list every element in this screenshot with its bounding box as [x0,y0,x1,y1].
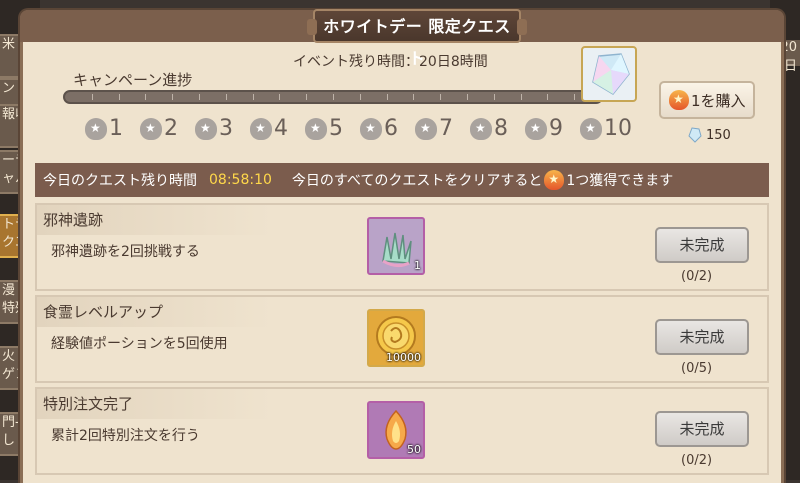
milestone-row: 1 2 3 4 5 6 7 8 9 10 [85,117,635,141]
milestone-number: 4 [274,116,288,141]
quest-item: 食霊レベルアップ 経験値ポーションを5回使用 10000 未完成 (0/5) [35,295,769,383]
milestone-number: 3 [219,116,233,141]
progress-tick [91,94,93,100]
milestone: 9 [525,117,580,141]
flame-star-icon [470,118,492,140]
progress-tick [520,94,522,100]
progress-tick [118,94,120,100]
progress-tick [467,94,468,100]
milestone: 1 [85,117,140,141]
milestone-number: 1 [109,116,123,141]
milestone: 8 [470,117,525,141]
progress-tick [199,94,200,100]
event-quest-dialog: ホワイトデー 限定クエスト イベント残り時間：20日8時間 キャンペーン進捗 1… [20,9,784,483]
scroll-ornament-icon [307,19,317,35]
crystal-icon[interactable] [581,46,637,102]
reward-item[interactable]: 10000 [367,309,425,367]
gem-icon [688,127,702,143]
milestone: 5 [305,117,360,141]
progress-tick [440,94,442,100]
daily-clear-text: 今日のすべてのクエストをクリアすると [291,173,543,189]
reward-quantity: 50 [407,443,421,456]
flame-star-icon [195,118,217,140]
flame-star-icon [250,118,272,140]
buy-button[interactable]: 1を購入 [659,81,755,119]
buy-button-label: 1を購入 [691,91,746,110]
campaign-progress-bar [63,90,603,104]
progress-tick [279,94,281,100]
gem-count: 150 [706,127,731,143]
flame-star-icon [360,118,382,140]
flame-star-icon [140,118,162,140]
quest-status-button[interactable]: 未完成 [655,227,749,263]
progress-tick [225,94,227,100]
milestone: 4 [250,117,305,141]
daily-quest-bar: 今日のクエスト残り時間 08:58:10 今日のすべてのクエストをクリアすると … [35,163,769,197]
flame-star-icon [305,118,327,140]
progress-tick [386,94,388,100]
milestone: 10 [580,117,635,141]
daily-clear-text-end: 1つ獲得できます [566,173,674,189]
quest-description: 経験値ポーションを5回使用 [51,336,228,352]
progress-tick [172,94,174,100]
reward-item[interactable]: 50 [367,401,425,459]
milestone-number: 5 [329,116,343,141]
daily-timer: 08:58:10 [209,172,272,188]
progress-tick [359,94,361,100]
campaign-progress-label: キャンペーン進捗 [73,71,193,89]
milestone: 6 [360,117,415,141]
flame-star-icon [544,170,565,190]
quest-title: 邪神遺跡 [37,205,273,235]
milestone-number: 6 [384,116,398,141]
progress-tick [574,94,576,100]
flame-star-icon [415,118,437,140]
reward-item[interactable]: 1 [367,217,425,275]
gem-balance: 150 [688,127,731,143]
quest-status-button[interactable]: 未完成 [655,319,749,355]
progress-tick [413,94,415,100]
milestone: 2 [140,117,195,141]
quest-progress: (0/5) [681,361,713,376]
progress-tick [306,94,308,100]
dialog-title: ホワイトデー 限定クエスト [307,9,527,68]
flame-star-icon [580,118,602,140]
progress-tick [252,94,254,100]
flame-star-icon [525,118,547,140]
progress-tick [547,94,549,100]
quest-progress: (0/2) [681,269,713,284]
progress-tick [493,94,495,100]
flame-star-icon [669,90,689,110]
flame-star-icon [85,118,107,140]
quest-progress: (0/2) [681,453,713,468]
quest-description: 累計2回特別注文を行う [51,428,200,444]
quest-title: 食霊レベルアップ [37,297,273,327]
progress-tick [145,94,147,100]
quest-status-button[interactable]: 未完成 [655,411,749,447]
reward-quantity: 1 [414,259,421,272]
milestone-number: 9 [549,116,563,141]
milestone-number: 8 [494,116,508,141]
quest-title: 特別注文完了 [37,389,273,419]
milestone-number: 10 [604,116,632,141]
scroll-ornament-icon [517,19,527,35]
daily-clear-reward: 今日のすべてのクエストをクリアすると 1つ獲得できます [292,170,673,190]
milestone-number: 7 [439,116,453,141]
reward-quantity: 10000 [386,351,421,364]
daily-remaining-label: 今日のクエスト残り時間 [43,173,197,189]
milestone: 7 [415,117,470,141]
progress-tick [333,94,334,100]
milestone-number: 2 [164,116,178,141]
event-remaining-time: イベント残り時間：20日8時間 [293,54,488,70]
quest-item: 特別注文完了 累計2回特別注文を行う 50 未完成 (0/2) [35,387,769,475]
quest-item: 邪神遺跡 邪神遺跡を2回挑戦する 1 未完成 (0/2) [35,203,769,291]
quest-description: 邪神遺跡を2回挑戦する [51,244,200,260]
milestone: 3 [195,117,250,141]
